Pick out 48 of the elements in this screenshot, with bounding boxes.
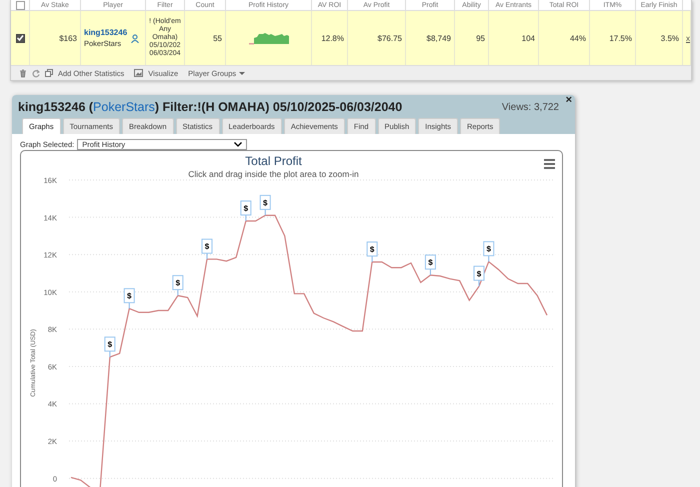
annotation: $ [263,198,268,208]
trash-icon[interactable] [19,68,27,78]
annotation: $ [204,242,210,252]
table-cell: 104 [522,34,535,42]
checkbox[interactable] [16,34,24,43]
flag-label: $ [104,336,116,358]
checkbox[interactable] [16,0,24,10]
menu-icon[interactable] [544,159,555,169]
annotation: $ [428,258,434,268]
annotation: $ [127,292,132,301]
copy-icon[interactable] [45,69,53,77]
person-icon[interactable] [131,34,140,42]
image-icon[interactable] [134,69,144,77]
table-cell: $8,749 [426,34,451,42]
flag-label: $ [240,200,252,222]
table-cell: $163 [59,34,77,42]
table-cell: 3.5% [660,34,679,42]
table-cell: $76.75 [378,34,402,42]
annotation: $ [370,245,375,254]
flag-label: $ [366,242,378,263]
flag-label: $ [483,241,494,262]
chevron-down-icon [234,142,242,147]
flag-label: $ [474,266,484,287]
annotation: $ [244,204,249,214]
table-cell: 12.8% [321,34,344,42]
flag-label: $ [202,238,212,260]
views-count: Views: 3,722 [502,102,559,112]
annotation: $ [176,278,181,288]
chart-title: Total Profit [245,154,302,168]
annotation: $ [486,244,492,254]
table-cell: 95 [476,34,485,42]
annotation: $ [108,340,113,350]
flag-label: $ [172,275,184,296]
flag-label: $ [260,194,271,216]
player-link[interactable]: king153246 [84,28,128,37]
refresh-icon[interactable] [32,68,40,78]
flag-label: $ [424,254,436,276]
flag-label: $ [124,288,135,310]
close-button[interactable]: × [566,94,572,106]
panel-title: king153246 (PokerStars) Filter:!(H OMAHA) 05/10/2025-06/03/2040 [18,100,402,114]
check-icon [16,34,24,42]
remove-link[interactable]: x [686,34,690,42]
chart-subtitle: Click and drag inside the plot area to zoom-in [188,169,359,179]
table-cell: 17.5% [609,34,632,42]
annotation: $ [476,269,482,278]
table-cell: 55 [213,34,222,42]
table-cell: 44% [570,34,586,42]
caret-icon[interactable] [239,72,246,74]
